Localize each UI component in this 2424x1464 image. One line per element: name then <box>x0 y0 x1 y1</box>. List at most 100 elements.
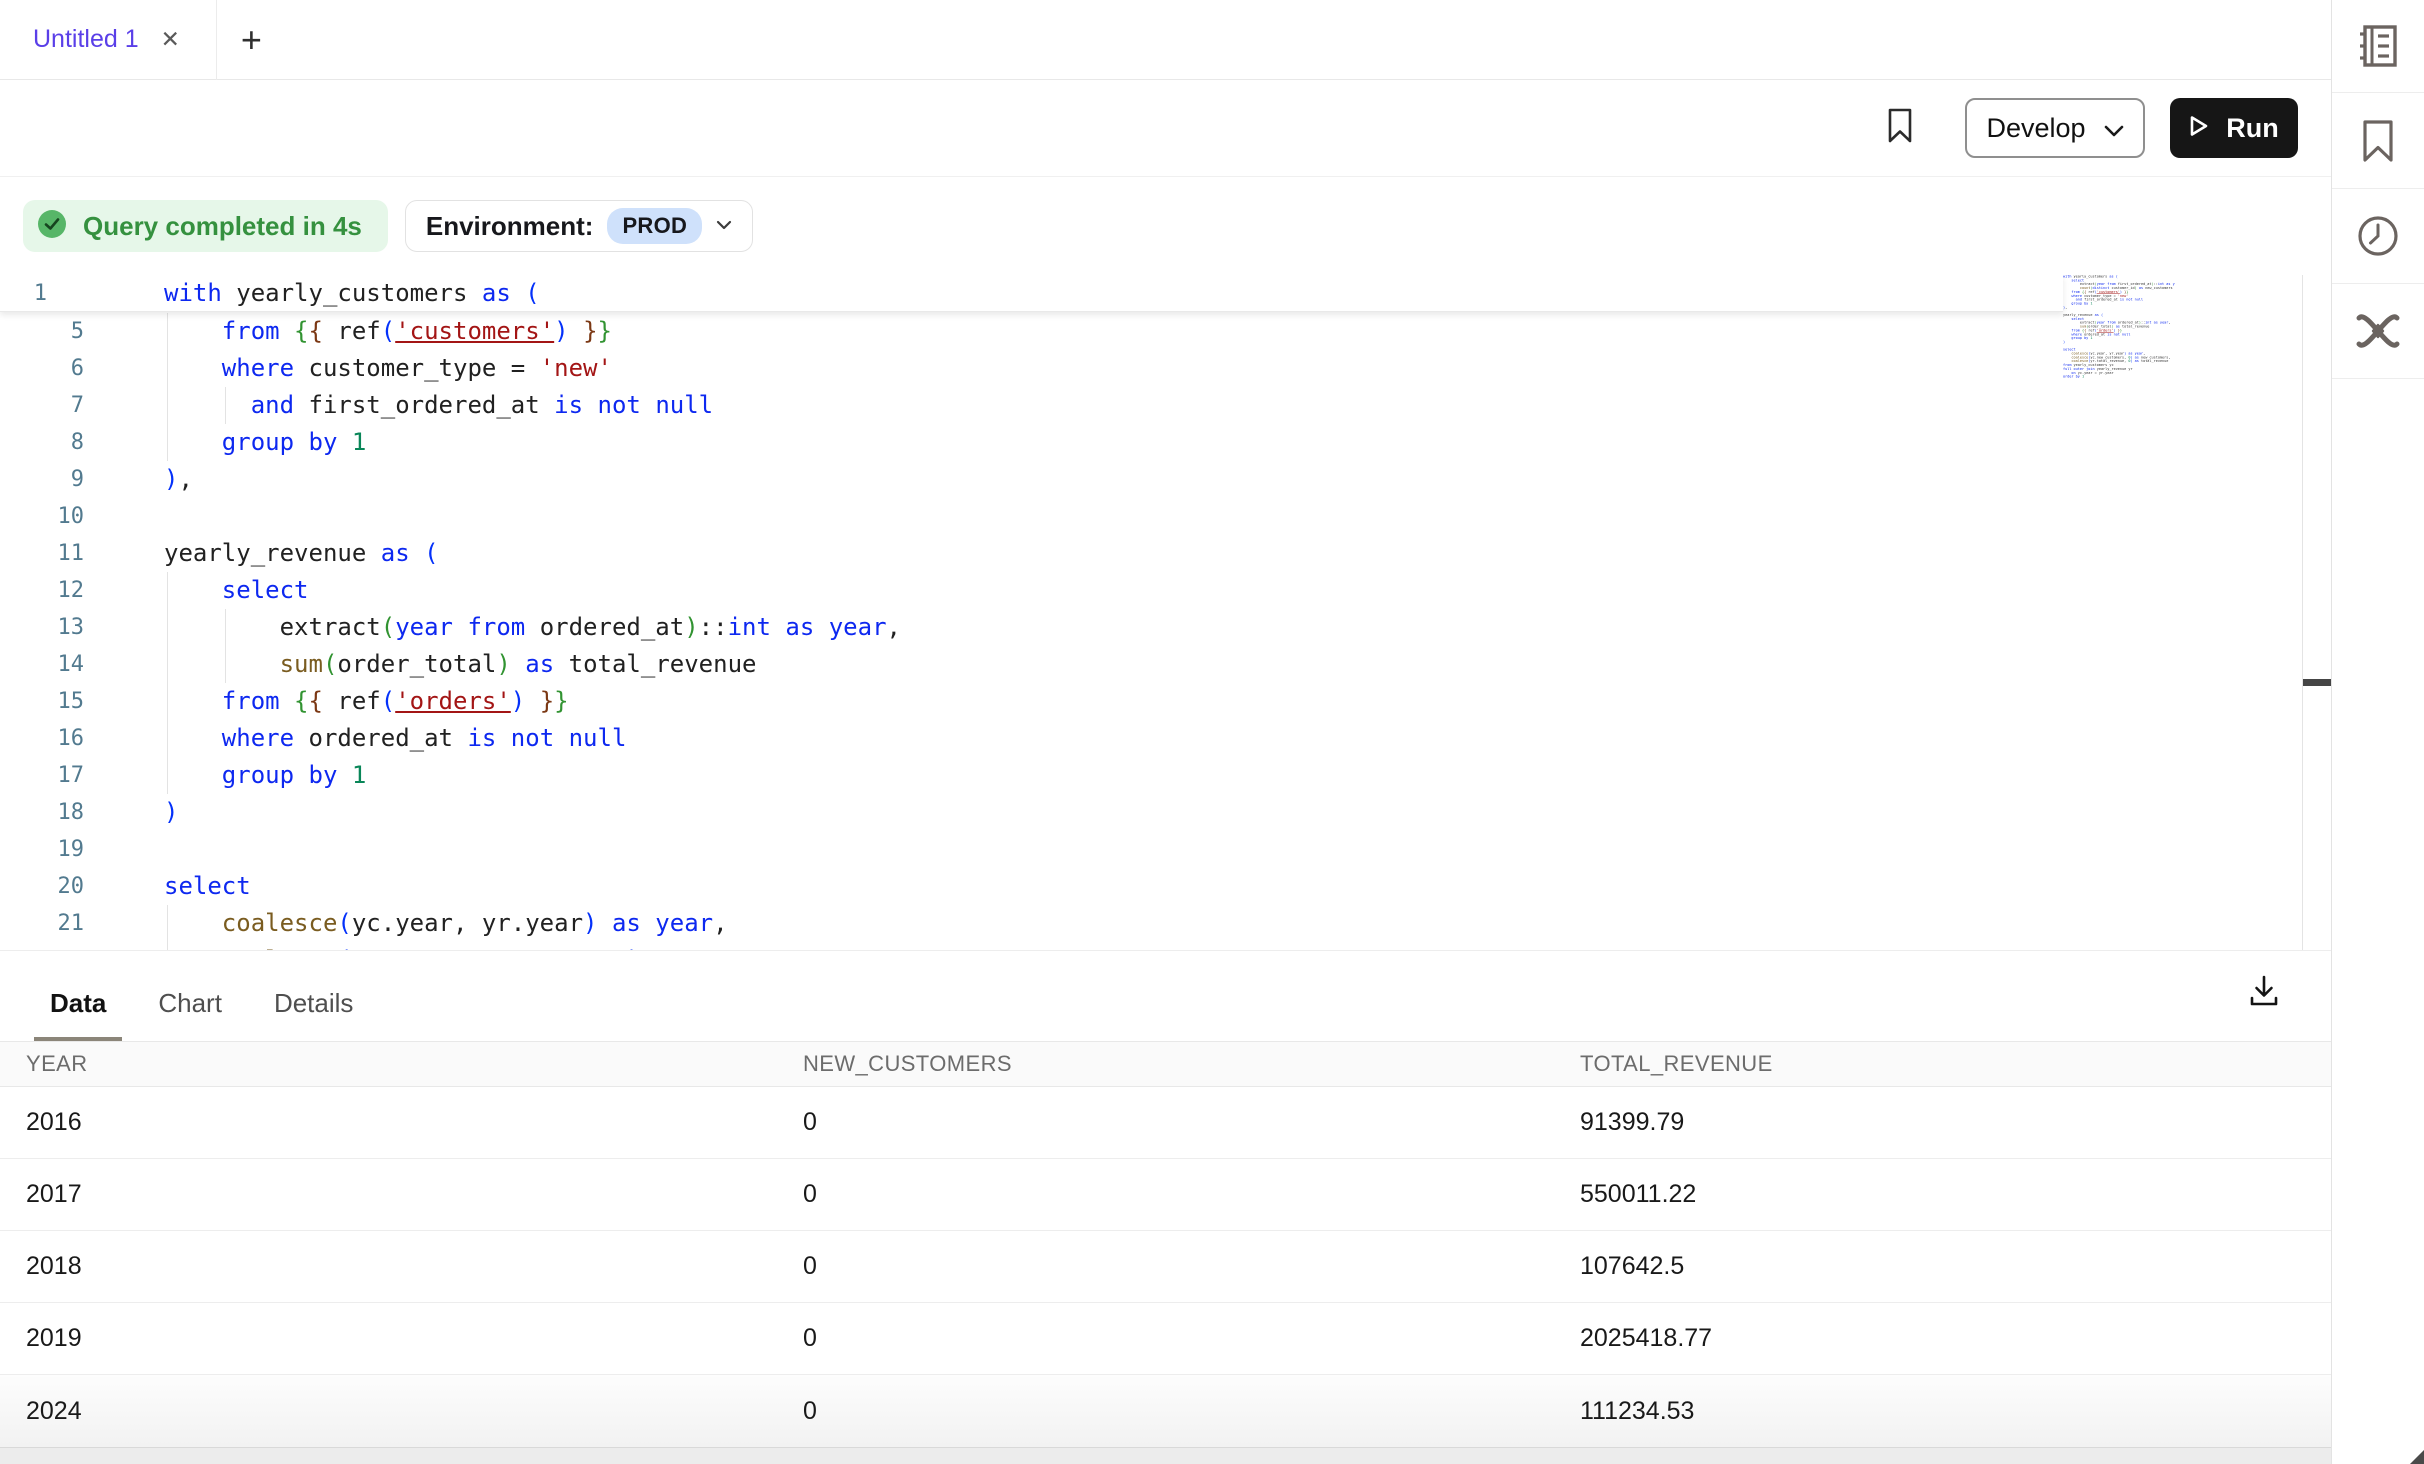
table-cell: 111234.53 <box>1554 1397 2330 1426</box>
indent-guide <box>167 757 168 794</box>
line-number: 1 <box>0 275 47 311</box>
code-text: ) <box>84 794 178 831</box>
line-number: 20 <box>0 868 84 905</box>
code-line: 18) <box>0 794 2302 831</box>
line-number: 13 <box>0 609 84 646</box>
line-number: 18 <box>0 794 84 831</box>
code-text: from {{ ref('customers') }} <box>84 313 612 350</box>
app-logo-icon <box>2354 310 2402 352</box>
line-number: 16 <box>0 720 84 757</box>
table-cell: 2019 <box>0 1324 777 1353</box>
indent-guide <box>167 350 168 387</box>
sticky-code-text: with yearly_customers as ( <box>47 275 540 311</box>
right-icon-sidebar <box>2331 0 2424 1464</box>
line-number: 6 <box>0 350 84 387</box>
code-line: 12 select <box>0 572 2302 609</box>
indent-guide <box>167 424 168 461</box>
editor-scrollbar-track[interactable] <box>2302 275 2330 950</box>
query-status-pill: Query completed in 4s <box>23 200 388 252</box>
history-panel-button[interactable] <box>2332 189 2424 284</box>
app-logo-button[interactable] <box>2332 284 2424 379</box>
code-line: 21 coalesce(yc.year, yr.year) as year, <box>0 905 2302 942</box>
run-label: Run <box>2226 113 2278 144</box>
table-cell: 2017 <box>0 1180 777 1209</box>
code-text: sum(order_total) as total_revenue <box>84 646 756 683</box>
table-cell: 0 <box>777 1397 1554 1426</box>
code-line: 22 coalesce(yc.new_customers, 0) as new_… <box>0 942 2302 950</box>
indent-guide <box>167 387 168 424</box>
bookmark-icon <box>1887 107 1913 150</box>
indent-guide <box>167 720 168 757</box>
table-row: 2016091399.79 <box>0 1087 2331 1159</box>
app-window: Untitled 1 ✕ + Develop <box>0 0 2424 1464</box>
tab-untitled-1[interactable]: Untitled 1 ✕ <box>0 0 216 80</box>
clock-icon <box>2356 214 2400 258</box>
line-number: 14 <box>0 646 84 683</box>
download-results-button[interactable] <box>2240 969 2288 1017</box>
minimap[interactable]: with yearly_customers as ( select extrac… <box>2063 275 2175 385</box>
indent-guide <box>167 683 168 720</box>
code-text: yearly_revenue as ( <box>84 535 439 572</box>
results-tab-details[interactable]: Details <box>258 972 369 1041</box>
environment-badge: PROD <box>607 208 702 244</box>
horizontal-scrollbar[interactable] <box>0 1447 2331 1464</box>
indent-guide <box>225 646 226 683</box>
code-text: coalesce(yc.new_customers, 0) as new_cus… <box>84 942 901 950</box>
code-line: 15 from {{ ref('orders') }} <box>0 683 2302 720</box>
tab-divider <box>216 0 217 80</box>
results-panel: Data Chart Details YEARNEW_CUSTOMERSTOTAL_… <box>0 950 2331 1464</box>
bookmarks-panel-button[interactable] <box>2332 93 2424 189</box>
column-header-year: YEAR <box>0 1051 777 1077</box>
line-number: 17 <box>0 757 84 794</box>
code-line: 5 from {{ ref('customers') }} <box>0 313 2302 350</box>
table-body: 2016091399.7920170550011.2220180107642.5… <box>0 1087 2331 1447</box>
code-line: 14 sum(order_total) as total_revenue <box>0 646 2302 683</box>
notebook-icon <box>2355 23 2401 69</box>
results-tab-chart[interactable]: Chart <box>142 972 238 1041</box>
table-header-row: YEARNEW_CUSTOMERSTOTAL_REVENUE <box>0 1042 2331 1087</box>
new-tab-button[interactable]: + <box>241 22 262 58</box>
line-number: 19 <box>0 831 84 868</box>
toolbar: Develop Run <box>0 80 2331 177</box>
table-cell: 2025418.77 <box>1554 1324 2330 1353</box>
minimap-code: with yearly_customers as ( select extrac… <box>2063 275 2175 379</box>
results-table: YEARNEW_CUSTOMERSTOTAL_REVENUE 201609139… <box>0 1042 2331 1447</box>
table-row: 20240111234.53 <box>0 1375 2331 1447</box>
code-line: 11yearly_revenue as ( <box>0 535 2302 572</box>
table-cell: 0 <box>777 1108 1554 1137</box>
code-line: 19 <box>0 831 2302 868</box>
table-cell: 2016 <box>0 1108 777 1137</box>
table-row: 20170550011.22 <box>0 1159 2331 1231</box>
sticky-scroll-line[interactable]: 1 with yearly_customers as ( <box>0 275 2063 312</box>
close-icon[interactable]: ✕ <box>161 28 180 51</box>
indent-guide <box>167 572 168 609</box>
indent-guide <box>225 609 226 646</box>
indent-guide <box>225 387 226 424</box>
table-cell: 91399.79 <box>1554 1108 2330 1137</box>
indent-guide <box>167 942 168 950</box>
environment-label: Environment: <box>426 211 594 242</box>
code-line: 20select <box>0 868 2302 905</box>
results-tab-data[interactable]: Data <box>34 972 122 1041</box>
code-text <box>84 831 164 868</box>
column-header-total_revenue: TOTAL_REVENUE <box>1554 1051 2330 1077</box>
resize-grip[interactable] <box>2410 1450 2424 1464</box>
status-row: Query completed in 4s Environment: PROD <box>0 177 2331 275</box>
code-line: 13 extract(year from ordered_at)::int as… <box>0 609 2302 646</box>
bookmark-button[interactable] <box>1887 107 1913 150</box>
line-number: 11 <box>0 535 84 572</box>
line-number: 15 <box>0 683 84 720</box>
editor-scrollbar-thumb[interactable] <box>2303 679 2331 686</box>
main-panel: Untitled 1 ✕ + Develop <box>0 0 2331 1464</box>
run-button[interactable]: Run <box>2170 98 2298 158</box>
notebook-panel-button[interactable] <box>2332 0 2424 93</box>
query-status-text: Query completed in 4s <box>83 211 362 242</box>
environment-dropdown[interactable]: Environment: PROD <box>405 200 753 252</box>
code-text: extract(year from ordered_at)::int as ye… <box>84 609 901 646</box>
check-circle-icon <box>37 209 67 244</box>
sql-code-editor[interactable]: 1 with yearly_customers as ( 5 from {{ r… <box>0 275 2331 950</box>
develop-dropdown[interactable]: Develop <box>1965 98 2145 158</box>
code-line: 9), <box>0 461 2302 498</box>
line-number: 10 <box>0 498 84 535</box>
code-lines: 5 from {{ ref('customers') }}6 where cus… <box>0 313 2302 950</box>
